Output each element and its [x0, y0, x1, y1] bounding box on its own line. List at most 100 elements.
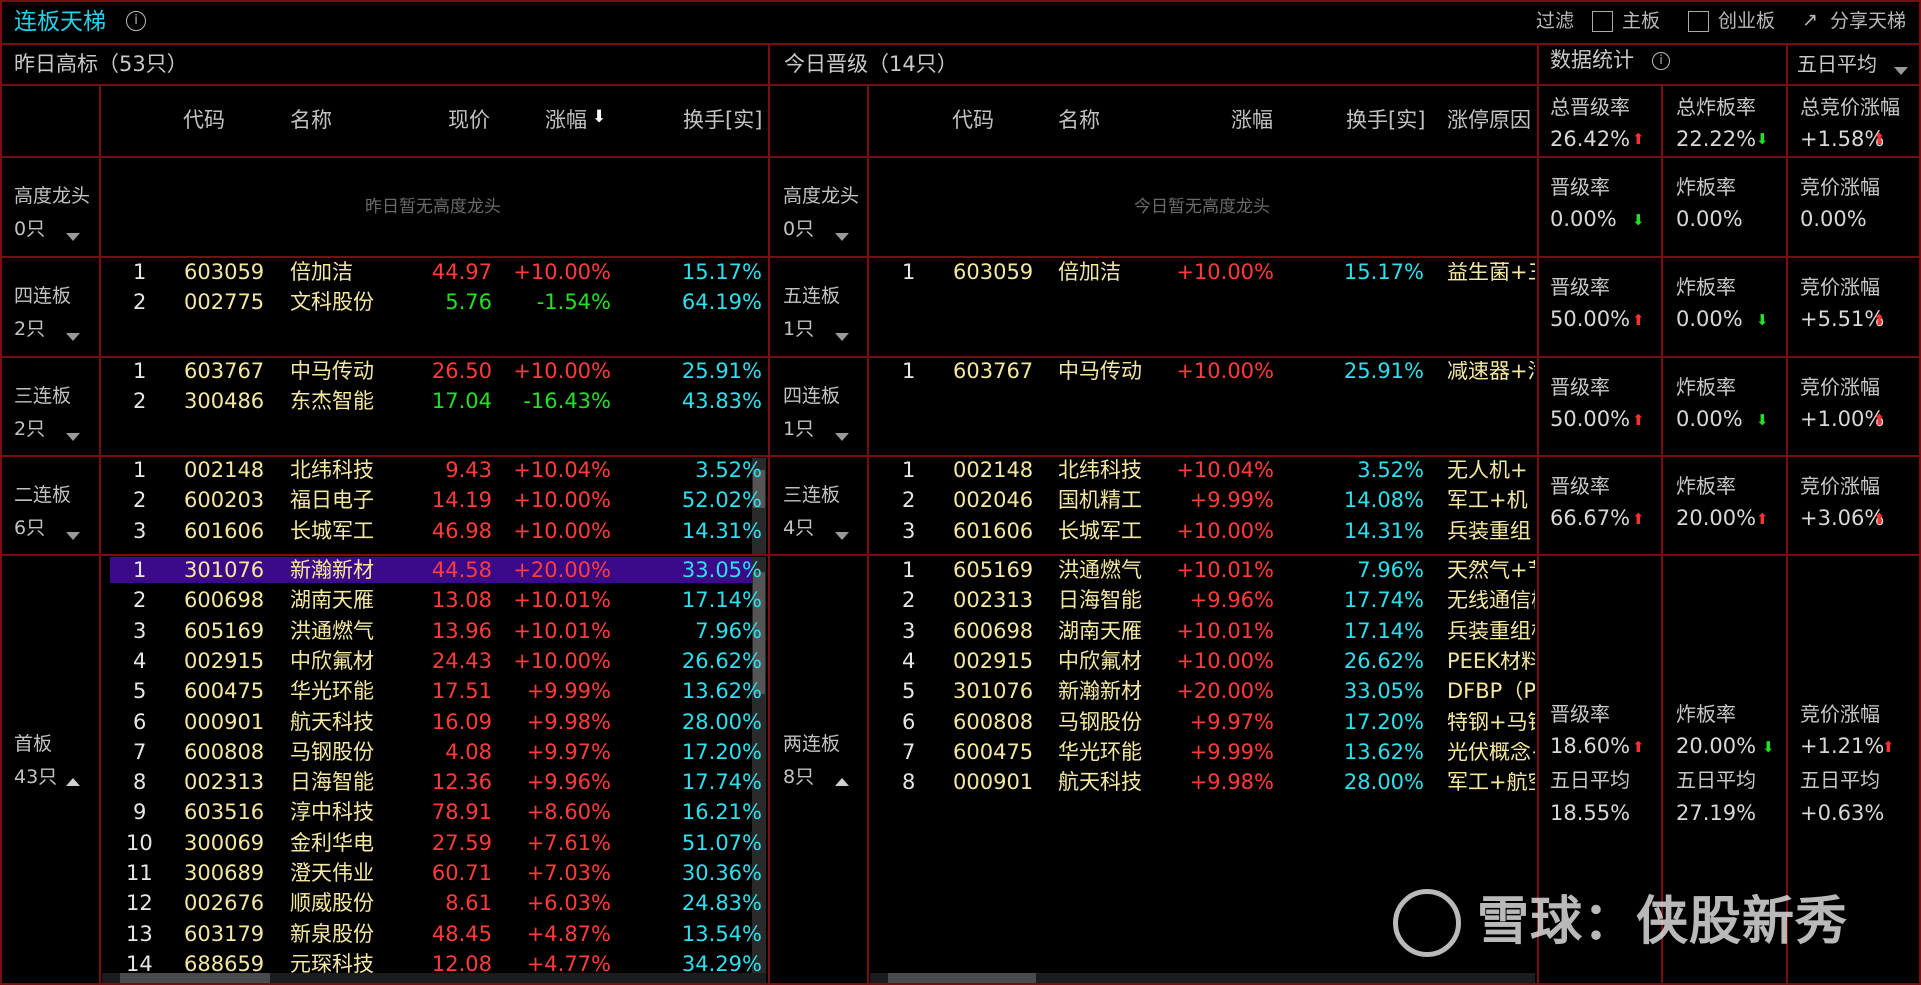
group-count[interactable]: 1只: [783, 320, 814, 339]
stock-code[interactable]: 603767: [953, 361, 1033, 382]
limit-up-reason[interactable]: 特钢+马钢: [1447, 712, 1535, 733]
stock-name[interactable]: 中马传动: [1058, 361, 1142, 382]
stock-code[interactable]: 301076: [953, 681, 1033, 702]
info-icon[interactable]: i: [126, 11, 146, 31]
stock-code[interactable]: 600475: [953, 741, 1033, 763]
stock-code[interactable]: 601606: [184, 520, 264, 542]
stock-name[interactable]: 航天科技: [1058, 772, 1142, 793]
chevron-down-icon[interactable]: [66, 328, 80, 344]
left-col-change[interactable]: 涨幅: [545, 110, 587, 131]
group-label[interactable]: 高度龙头: [14, 187, 90, 206]
chevron-down-icon[interactable]: [835, 527, 849, 543]
group-label[interactable]: 四连板: [14, 287, 71, 306]
limit-up-reason[interactable]: 无线通信模: [1447, 590, 1535, 611]
stock-code[interactable]: 600203: [184, 490, 264, 511]
stock-code[interactable]: 603767: [184, 361, 264, 382]
stock-name[interactable]: 文科股份: [290, 292, 374, 313]
stock-code[interactable]: 600808: [184, 741, 264, 763]
stock-code[interactable]: 002676: [184, 893, 264, 914]
period-select[interactable]: 五日平均: [1797, 54, 1877, 74]
stock-name[interactable]: 华光环能: [1058, 741, 1142, 763]
stock-code[interactable]: 600698: [953, 620, 1033, 642]
left-col-price[interactable]: 现价: [448, 110, 490, 131]
stock-name[interactable]: 长城军工: [1058, 520, 1142, 542]
chevron-down-icon[interactable]: [66, 228, 80, 244]
main-board-label[interactable]: 主板: [1622, 12, 1660, 31]
stock-code[interactable]: 601606: [953, 520, 1033, 542]
stock-name[interactable]: 顺威股份: [290, 893, 374, 914]
stock-name[interactable]: 航天科技: [290, 711, 374, 733]
group-label[interactable]: 三连板: [783, 486, 840, 505]
limit-up-reason[interactable]: 军工+航空: [1447, 772, 1535, 793]
stock-code[interactable]: 002148: [953, 460, 1033, 481]
stock-code[interactable]: 600698: [184, 590, 264, 611]
stock-name[interactable]: 北纬科技: [1058, 460, 1142, 481]
stock-code[interactable]: 300069: [184, 832, 264, 854]
stock-name[interactable]: 长城军工: [290, 520, 374, 542]
chevron-up-icon[interactable]: [835, 773, 849, 789]
limit-up-reason[interactable]: PEEK材料: [1447, 651, 1535, 672]
chevron-down-icon[interactable]: [835, 228, 849, 244]
stock-code[interactable]: 605169: [953, 560, 1033, 581]
stock-name[interactable]: 湖南天雁: [1058, 620, 1142, 642]
stock-code[interactable]: 000901: [184, 711, 264, 733]
limit-up-reason[interactable]: DFBP（P: [1447, 681, 1535, 702]
left-col-turnover[interactable]: 换手[实]: [683, 110, 762, 131]
group-label[interactable]: 首板: [14, 735, 52, 754]
chevron-down-icon[interactable]: [835, 328, 849, 344]
stock-name[interactable]: 马钢股份: [290, 741, 374, 763]
group-label[interactable]: 二连板: [14, 486, 71, 505]
stock-code[interactable]: 002148: [184, 460, 264, 481]
stock-name[interactable]: 马钢股份: [1058, 711, 1142, 733]
stock-name[interactable]: 中欣氟材: [1058, 650, 1142, 672]
group-count[interactable]: 0只: [783, 220, 814, 239]
stock-name[interactable]: 湖南天雁: [290, 590, 374, 611]
chevron-down-icon[interactable]: [835, 428, 849, 444]
chevron-down-icon[interactable]: [1894, 62, 1908, 78]
group-label[interactable]: 两连板: [783, 735, 840, 754]
stock-code[interactable]: 605169: [184, 620, 264, 642]
stock-code[interactable]: 002313: [953, 590, 1033, 611]
stock-name[interactable]: 福日电子: [290, 490, 374, 511]
stock-name[interactable]: 澄天伟业: [290, 863, 374, 884]
mid-col-change[interactable]: 涨幅: [1231, 110, 1273, 131]
stock-name[interactable]: 新泉股份: [290, 923, 374, 945]
mid-col-code[interactable]: 代码: [952, 110, 994, 131]
stock-code[interactable]: 300486: [184, 391, 264, 412]
gem-board-label[interactable]: 创业板: [1718, 12, 1775, 31]
stock-name[interactable]: 新瀚新材: [1058, 681, 1142, 702]
stock-code[interactable]: 603059: [953, 262, 1033, 283]
sort-down-icon[interactable]: ⬇: [592, 109, 606, 126]
group-count[interactable]: 6只: [14, 519, 45, 538]
stock-name[interactable]: 北纬科技: [290, 460, 374, 481]
gem-board-checkbox[interactable]: [1688, 11, 1709, 32]
mid-hscroll-thumb[interactable]: [888, 973, 1036, 983]
stock-name[interactable]: 国机精工: [1058, 490, 1142, 511]
stock-code[interactable]: 300689: [184, 863, 264, 884]
stock-name[interactable]: 淳中科技: [290, 802, 374, 823]
group-count[interactable]: 1只: [783, 420, 814, 439]
stock-code[interactable]: 002915: [953, 650, 1033, 672]
limit-up-reason[interactable]: 无人机+: [1447, 460, 1535, 481]
main-board-checkbox[interactable]: [1592, 11, 1613, 32]
stock-code[interactable]: 002915: [184, 650, 264, 672]
left-col-code[interactable]: 代码: [183, 110, 225, 131]
stats-info-icon[interactable]: i: [1652, 52, 1670, 70]
chevron-down-icon[interactable]: [66, 527, 80, 543]
mid-col-name[interactable]: 名称: [1058, 110, 1100, 131]
stock-name[interactable]: 华光环能: [290, 681, 374, 702]
group-count[interactable]: 0只: [14, 220, 45, 239]
stock-name[interactable]: 中欣氟材: [290, 650, 374, 672]
group-label[interactable]: 四连板: [783, 387, 840, 406]
left-col-name[interactable]: 名称: [290, 110, 332, 131]
stock-code[interactable]: 002313: [184, 772, 264, 793]
stock-code[interactable]: 000901: [953, 772, 1033, 793]
share-button[interactable]: 分享天梯: [1830, 12, 1906, 31]
group-count[interactable]: 2只: [14, 420, 45, 439]
group-label[interactable]: 高度龙头: [783, 187, 859, 206]
group-label[interactable]: 三连板: [14, 387, 71, 406]
chevron-down-icon[interactable]: [66, 428, 80, 444]
group-count[interactable]: 8只: [783, 768, 814, 787]
stock-name[interactable]: 倍加洁: [290, 262, 353, 283]
stock-name[interactable]: 元琛科技: [290, 953, 374, 975]
